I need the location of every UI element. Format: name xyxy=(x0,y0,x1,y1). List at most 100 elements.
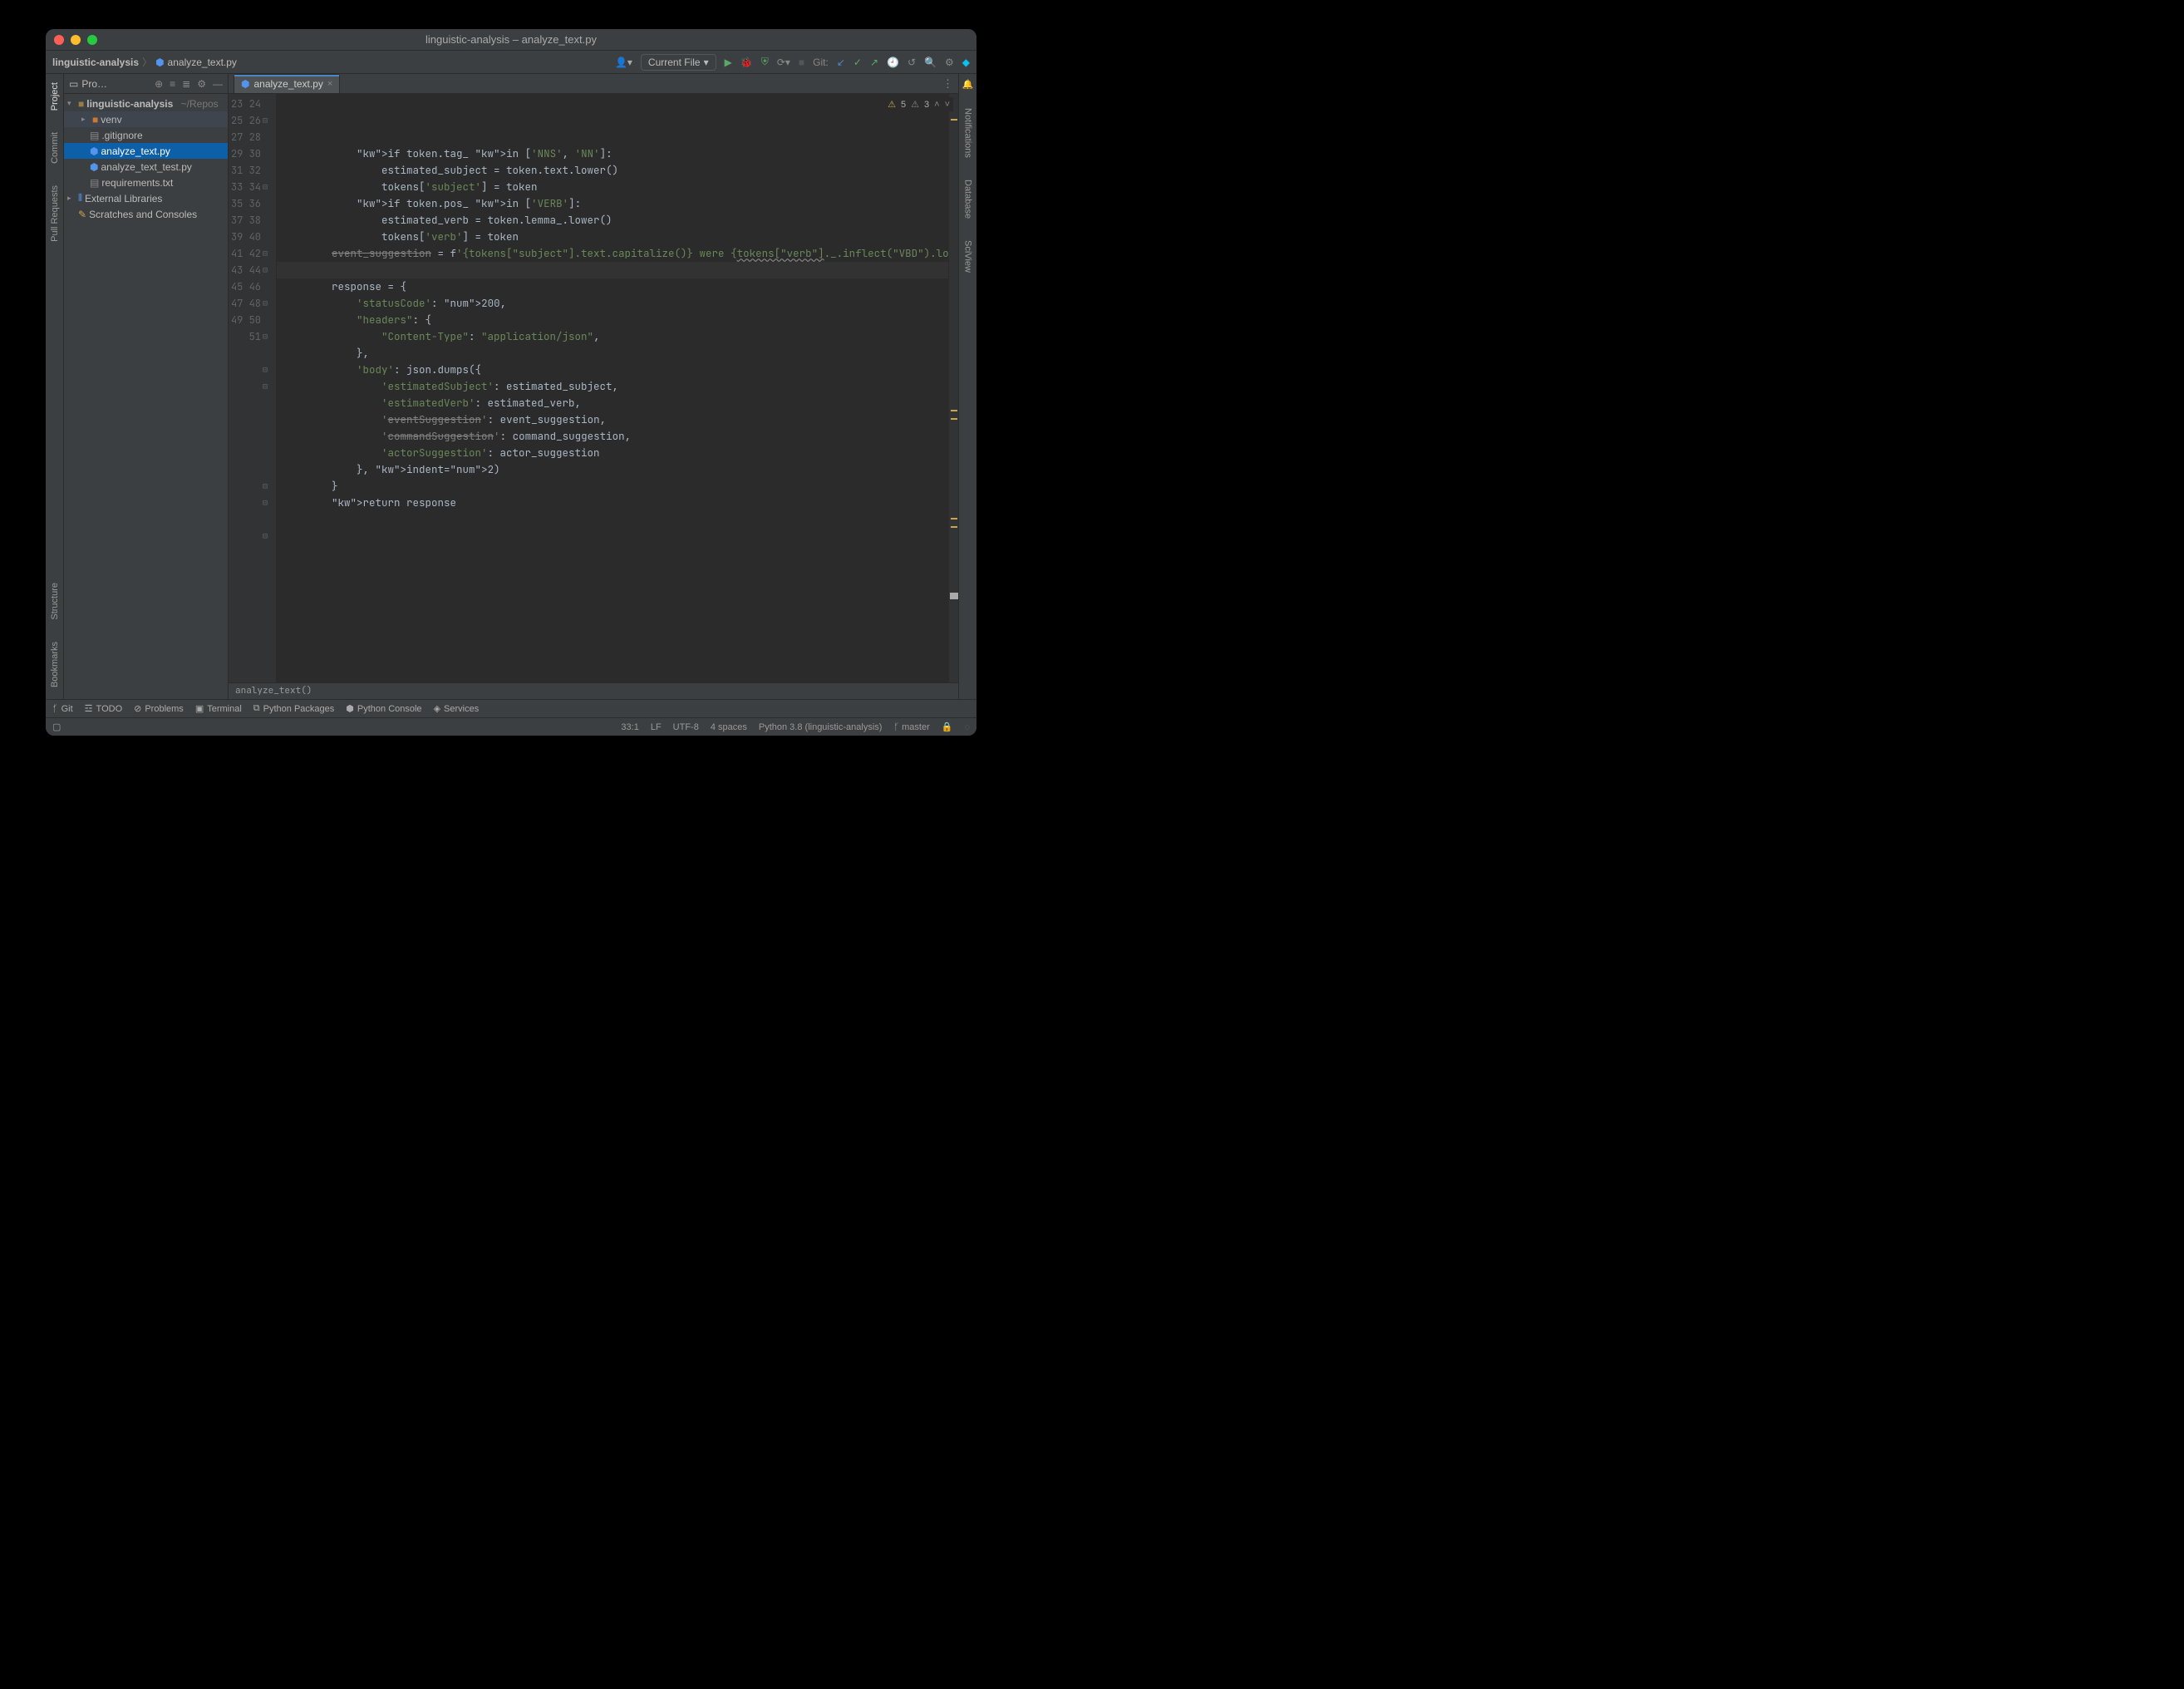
tree-folder-venv[interactable]: ▸ ■ venv xyxy=(64,111,228,127)
commit-icon[interactable]: ✓ xyxy=(853,57,862,68)
breadcrumb[interactable]: linguistic-analysis 〉 ⬢ analyze_text.py xyxy=(52,55,237,69)
push-icon[interactable]: ↗ xyxy=(870,57,878,68)
close-tab-icon[interactable]: × xyxy=(327,79,332,89)
project-tool-button[interactable]: Project xyxy=(50,79,60,114)
bottom-tool-bar: ᚶGit ☲TODO ⊘Problems ▣Terminal ⧉Python P… xyxy=(46,699,976,717)
python-packages-tool-button[interactable]: ⧉Python Packages xyxy=(253,703,334,714)
select-opened-file-icon[interactable]: ⊕ xyxy=(155,78,163,90)
bookmarks-tool-button[interactable]: Bookmarks xyxy=(50,638,60,691)
terminal-tool-button[interactable]: ▣Terminal xyxy=(195,703,242,714)
todo-icon: ☲ xyxy=(85,703,93,714)
editor-tab-analyze-text[interactable]: ⬢ analyze_text.py × xyxy=(234,74,340,93)
update-project-icon[interactable]: ↙ xyxy=(837,57,845,68)
editor-body[interactable]: ⚠ 5 ⚠ 3 ˄ ˅ 23 24 25 26 27 28 29 30 31 3… xyxy=(229,94,958,682)
problems-tool-button[interactable]: ⊘Problems xyxy=(134,703,184,714)
tree-root-path: ~/Repos xyxy=(181,98,219,110)
chevron-down-icon[interactable]: ˅ xyxy=(945,100,950,110)
code-with-me-icon[interactable]: ◆ xyxy=(962,57,970,68)
memory-indicator-icon[interactable]: ◌ xyxy=(964,722,970,732)
profile-button[interactable]: ⟳▾ xyxy=(777,57,790,68)
tree-item-label: External Libraries xyxy=(85,193,162,204)
tree-item-label: analyze_text.py xyxy=(101,145,170,157)
notifications-bell-icon[interactable]: 🔔 xyxy=(962,79,974,90)
right-tool-rail: 🔔 Notifications Database SciView xyxy=(958,74,976,699)
history-icon[interactable]: 🕘 xyxy=(887,57,899,68)
python-console-tool-button[interactable]: ⬢Python Console xyxy=(346,703,421,714)
tree-external-libraries[interactable]: ▸ ⫴ External Libraries xyxy=(64,190,228,206)
breadcrumb-root[interactable]: linguistic-analysis xyxy=(52,57,139,68)
git-branch[interactable]: ᚶ master xyxy=(893,722,929,732)
status-bar: ▢ 33:1 LF UTF-8 4 spaces Python 3.8 (lin… xyxy=(46,717,976,736)
tree-file-analyze-text[interactable]: ⬢ analyze_text.py xyxy=(64,143,228,159)
label: Python Packages xyxy=(263,704,335,714)
database-tool-button[interactable]: Database xyxy=(963,176,973,222)
pull-requests-tool-button[interactable]: Pull Requests xyxy=(50,182,60,245)
project-tree[interactable]: ▾ ■ linguistic-analysis ~/Repos ▸ ■ venv… xyxy=(64,94,228,224)
tree-file-analyze-text-test[interactable]: ⬢ analyze_text_test.py xyxy=(64,159,228,175)
tabs-more-icon[interactable]: ⋮ xyxy=(942,77,953,91)
chevron-up-icon[interactable]: ˄ xyxy=(934,100,939,110)
stop-button[interactable]: ■ xyxy=(799,57,804,68)
tree-root-label: linguistic-analysis xyxy=(86,98,173,110)
run-button[interactable]: ▶ xyxy=(725,57,732,68)
warning-icon: ⚠ xyxy=(888,99,896,110)
hide-icon[interactable]: — xyxy=(213,78,223,90)
editor: ⬢ analyze_text.py × ⋮ ⚠ 5 ⚠ 3 ˄ ˅ 23 24 … xyxy=(229,74,958,699)
collapse-all-icon[interactable]: ≣ xyxy=(182,78,190,90)
line-separator[interactable]: LF xyxy=(651,722,662,732)
settings-icon[interactable]: ⚙ xyxy=(197,78,206,90)
todo-tool-button[interactable]: ☲TODO xyxy=(85,703,122,714)
git-tool-button[interactable]: ᚶGit xyxy=(52,704,73,714)
run-configuration-selector[interactable]: Current File ▾ xyxy=(641,54,716,71)
console-icon: ⬢ xyxy=(346,703,354,714)
lock-icon[interactable]: 🔒 xyxy=(942,721,953,732)
debug-button[interactable]: 🐞 xyxy=(740,57,753,68)
python-file-icon: ⬢ xyxy=(241,78,249,90)
packages-icon: ⧉ xyxy=(253,703,260,714)
folder-icon: ▭ xyxy=(69,78,78,90)
commit-tool-button[interactable]: Commit xyxy=(50,129,60,167)
editor-tabs: ⬢ analyze_text.py × ⋮ xyxy=(229,74,958,94)
file-encoding[interactable]: UTF-8 xyxy=(673,722,699,732)
gutter[interactable]: 23 24 25 26 27 28 29 30 31 32 33 34 35 3… xyxy=(229,94,277,682)
warning-count: 5 xyxy=(901,100,906,110)
tree-item-label: requirements.txt xyxy=(101,177,173,189)
add-config-icon[interactable]: 👤▾ xyxy=(615,57,632,68)
tool-windows-quick-access-icon[interactable]: ▢ xyxy=(52,721,61,732)
structure-tool-button[interactable]: Structure xyxy=(50,579,60,623)
sciview-tool-button[interactable]: SciView xyxy=(963,237,973,276)
cursor-position[interactable]: 33:1 xyxy=(621,722,638,732)
titlebar: linguistic-analysis – analyze_text.py xyxy=(46,29,976,51)
python-interpreter[interactable]: Python 3.8 (linguistic-analysis) xyxy=(759,722,883,732)
tree-scratches[interactable]: ✎ Scratches and Consoles xyxy=(64,206,228,222)
tree-file-gitignore[interactable]: ▤ .gitignore xyxy=(64,127,228,143)
branch-label: master xyxy=(902,722,930,732)
rollback-icon[interactable]: ↺ xyxy=(908,57,916,68)
label: Git xyxy=(61,704,73,714)
run-config-label: Current File xyxy=(648,57,701,68)
indent-settings[interactable]: 4 spaces xyxy=(711,722,747,732)
error-stripe[interactable] xyxy=(948,94,958,682)
breadcrumb-file[interactable]: analyze_text.py xyxy=(168,57,237,68)
python-file-icon: ⬢ xyxy=(90,161,98,173)
branch-icon: ᚶ xyxy=(893,722,899,732)
inspections-widget[interactable]: ⚠ 5 ⚠ 3 ˄ ˅ xyxy=(884,97,953,111)
tree-file-requirements[interactable]: ▤ requirements.txt xyxy=(64,175,228,190)
coverage-button[interactable]: ⛨ xyxy=(761,56,769,68)
expand-all-icon[interactable]: ≡ xyxy=(170,78,175,90)
search-everywhere-icon[interactable]: 🔍 xyxy=(924,57,937,68)
label: Python Console xyxy=(357,704,422,714)
weak-warning-count: 3 xyxy=(924,100,929,110)
tree-root[interactable]: ▾ ■ linguistic-analysis ~/Repos xyxy=(64,96,228,111)
code-area[interactable]: "kw">if token.tag_ "kw">in ['NNS', 'NN']… xyxy=(277,94,948,682)
vcs-label: Git: xyxy=(813,57,829,68)
file-icon: ▤ xyxy=(90,130,99,141)
notifications-tool-button[interactable]: Notifications xyxy=(963,105,973,161)
ide-window: linguistic-analysis – analyze_text.py li… xyxy=(46,29,976,736)
settings-icon[interactable]: ⚙ xyxy=(945,57,954,68)
editor-breadcrumb[interactable]: analyze_text() xyxy=(229,682,958,699)
project-header: ▭ Pro… ⊕ ≡ ≣ ⚙ — xyxy=(64,74,228,94)
window-title: linguistic-analysis – analyze_text.py xyxy=(46,33,976,46)
project-view-label[interactable]: Pro… xyxy=(81,78,107,90)
services-tool-button[interactable]: ◈Services xyxy=(434,703,480,714)
